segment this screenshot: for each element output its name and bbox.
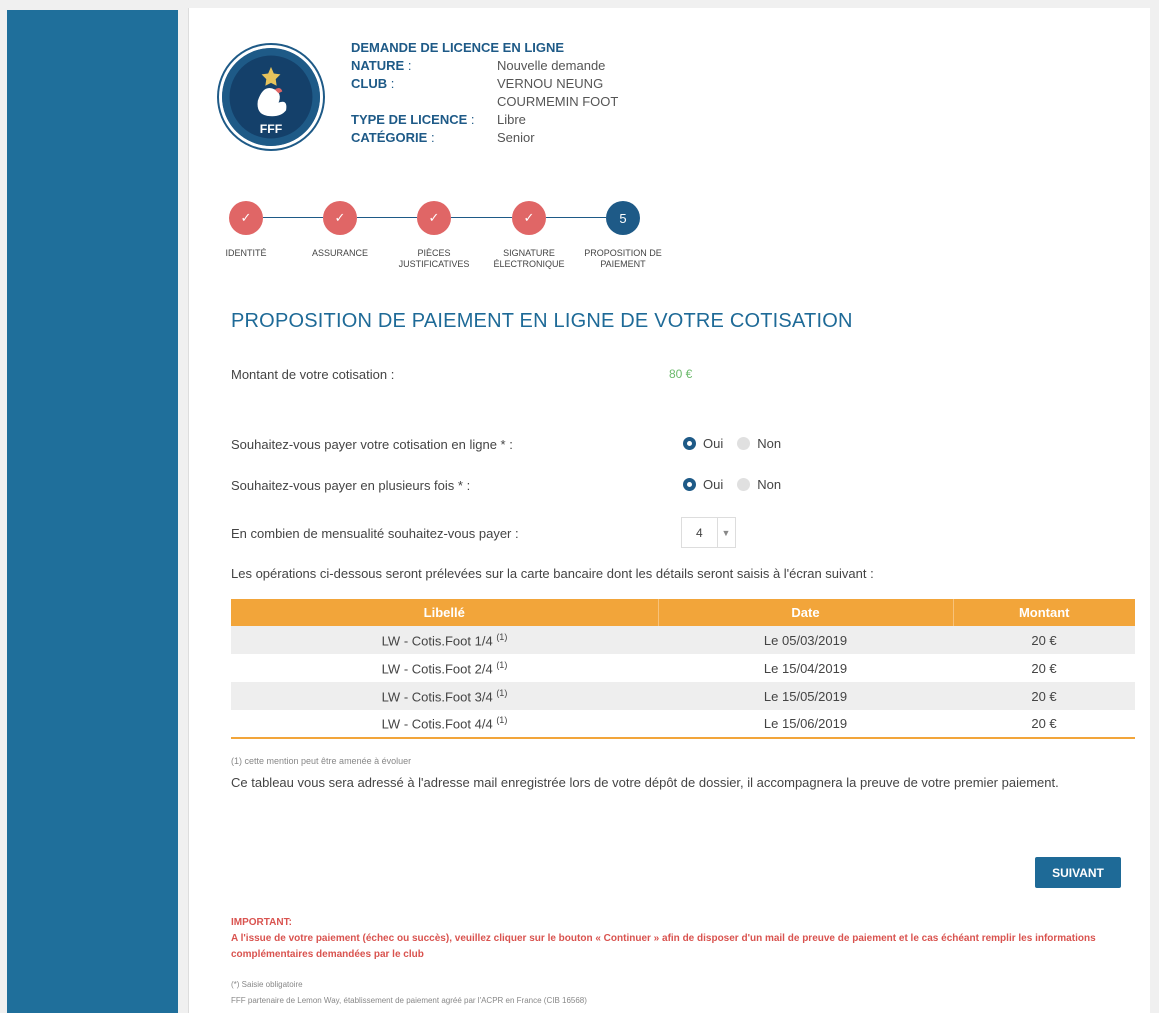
step-identite-check-icon: ✓ [229,201,263,235]
row-amount: 20 € [953,626,1135,654]
summary-value: Libre [497,112,526,127]
installments-question: En combien de mensualité souhaitez-vous … [231,526,519,541]
row-amount: 20 € [1031,716,1057,731]
table-row: LW - Cotis.Foot 4/4 (1) Le 15/06/2019 20… [231,710,1135,738]
summary-label: CATÉGORIE [351,130,428,145]
row-label: LW - Cotis.Foot 2/4 (1) [381,659,508,677]
request-summary: DEMANDE DE LICENCE EN LIGNE NATURE : Nou… [351,39,618,147]
section-title: PROPOSITION DE PAIEMENT EN LIGNE DE VOTR… [231,310,853,332]
fff-logo: FFF [219,45,323,149]
pay-multi-yes-label[interactable]: Oui [703,477,723,492]
row-date: Le 05/03/2019 [658,626,953,654]
mandatory-note: (*) Saisie obligatoire [231,980,303,989]
left-sidebar [7,10,178,1013]
column-header-libelle: Libellé [231,599,658,626]
pay-online-no-radio[interactable] [737,437,751,450]
amount-value: 80 € [669,367,693,381]
pay-multi-no-label[interactable]: Non [757,477,781,492]
summary-value: Senior [497,130,535,145]
amount-label: Montant de votre cotisation : [231,367,395,382]
step-connector [451,217,512,218]
step-paiement-number: 5 [606,201,640,235]
partner-note: FFF partenaire de Lemon Way, établisseme… [231,996,587,1005]
summary-value: COURMEMIN FOOT [497,94,619,109]
licence-form-panel: FFF DEMANDE DE LICENCE EN LIGNE NATURE :… [188,8,1150,1013]
step-pieces-check-icon: ✓ [417,201,451,235]
chevron-down-icon[interactable]: ▼ [717,518,734,547]
summary-sep: : [467,112,475,127]
summary-label: TYPE DE LICENCE [351,112,468,127]
step-connector [263,217,323,218]
progress-stepper: ✓ ✓ ✓ ✓ 5 IDENTITÉ ASSURANCE PIÈCES JUSTI… [225,201,729,281]
summary-value: VERNOU NEUNG [497,76,604,91]
step-signature-check-icon: ✓ [512,201,546,235]
pay-online-question: Souhaitez-vous payer votre cotisation en… [231,437,513,452]
request-title: DEMANDE DE LICENCE EN LIGNE [351,40,565,55]
summary-label: NATURE [351,58,405,73]
operations-text: Les opérations ci-dessous seront prélevé… [231,566,874,581]
summary-value: Nouvelle demande [497,58,606,73]
pay-multi-radio-group: Oui Non [683,477,781,492]
column-header-montant: Montant [952,599,1135,626]
row-date: Le 15/06/2019 [763,716,848,731]
logo-text: FFF [260,122,283,136]
summary-sep: : [427,130,435,145]
step-assurance-check-icon: ✓ [323,201,357,235]
summary-row: TYPE DE LICENCE : Libre [351,111,618,129]
row-label: LW - Cotis.Foot 1/4 (1) [231,626,658,654]
summary-row: CATÉGORIE : Senior [351,129,618,147]
next-button[interactable]: SUIVANT [1035,857,1121,888]
installments-select[interactable]: 4 ▼ [681,517,736,548]
step-label: IDENTITÉ [225,248,267,258]
payment-schedule-table: Libellé Date Montant LW - Cotis.Foot 1/4… [231,599,1135,739]
pay-multi-no-radio[interactable] [737,478,751,491]
summary-row: NATURE : Nouvelle demande [351,57,618,75]
row-date: Le 15/05/2019 [658,682,953,710]
pay-multi-yes-radio[interactable] [683,478,696,491]
table-row: LW - Cotis.Foot 1/4 (1) Le 05/03/2019 20… [231,626,1135,654]
mail-notice: Ce tableau vous sera adressé à l'adresse… [231,775,1059,790]
step-label: SIGNATURE ÉLECTRONIQUE [493,248,565,269]
table-footnote: (1) cette mention peut être amenée à évo… [231,756,412,766]
summary-label: CLUB [351,76,388,91]
important-title: IMPORTANT: [231,917,292,928]
table-row: LW - Cotis.Foot 3/4 (1) Le 15/05/2019 20… [231,682,1135,710]
summary-row: COURMEMIN FOOT [351,93,618,111]
installments-value: 4 [696,525,703,540]
pay-online-radio-group: Oui Non [683,436,781,451]
important-text: A l'issue de votre paiement (échec ou su… [231,933,1096,960]
row-label: LW - Cotis.Foot 3/4 (1) [231,682,658,710]
step-connector [357,217,417,218]
step-label: ASSURANCE [311,248,368,258]
pay-online-yes-label[interactable]: Oui [703,436,723,451]
table-row: LW - Cotis.Foot 2/4 (1) Le 15/04/2019 20… [231,654,1135,682]
row-amount: 20 € [1031,660,1057,676]
summary-sep: : [387,76,395,91]
step-label: PIÈCES JUSTIFICATIVES [398,248,470,269]
step-label: PROPOSITION DE PAIEMENT [584,248,662,269]
pay-multi-question: Souhaitez-vous payer en plusieurs fois *… [231,478,471,493]
step-connector [546,217,606,218]
row-label: LW - Cotis.Foot 4/4 (1) [381,715,508,732]
summary-sep: : [404,58,412,73]
pay-online-yes-radio[interactable] [683,437,696,450]
summary-row: CLUB : VERNOU NEUNG [351,75,618,93]
row-date: Le 15/04/2019 [763,660,848,676]
pay-online-no-label[interactable]: Non [757,436,781,451]
row-amount: 20 € [953,682,1135,710]
column-header-date: Date [657,599,953,626]
table-header-row: Libellé Date Montant [231,599,1135,626]
